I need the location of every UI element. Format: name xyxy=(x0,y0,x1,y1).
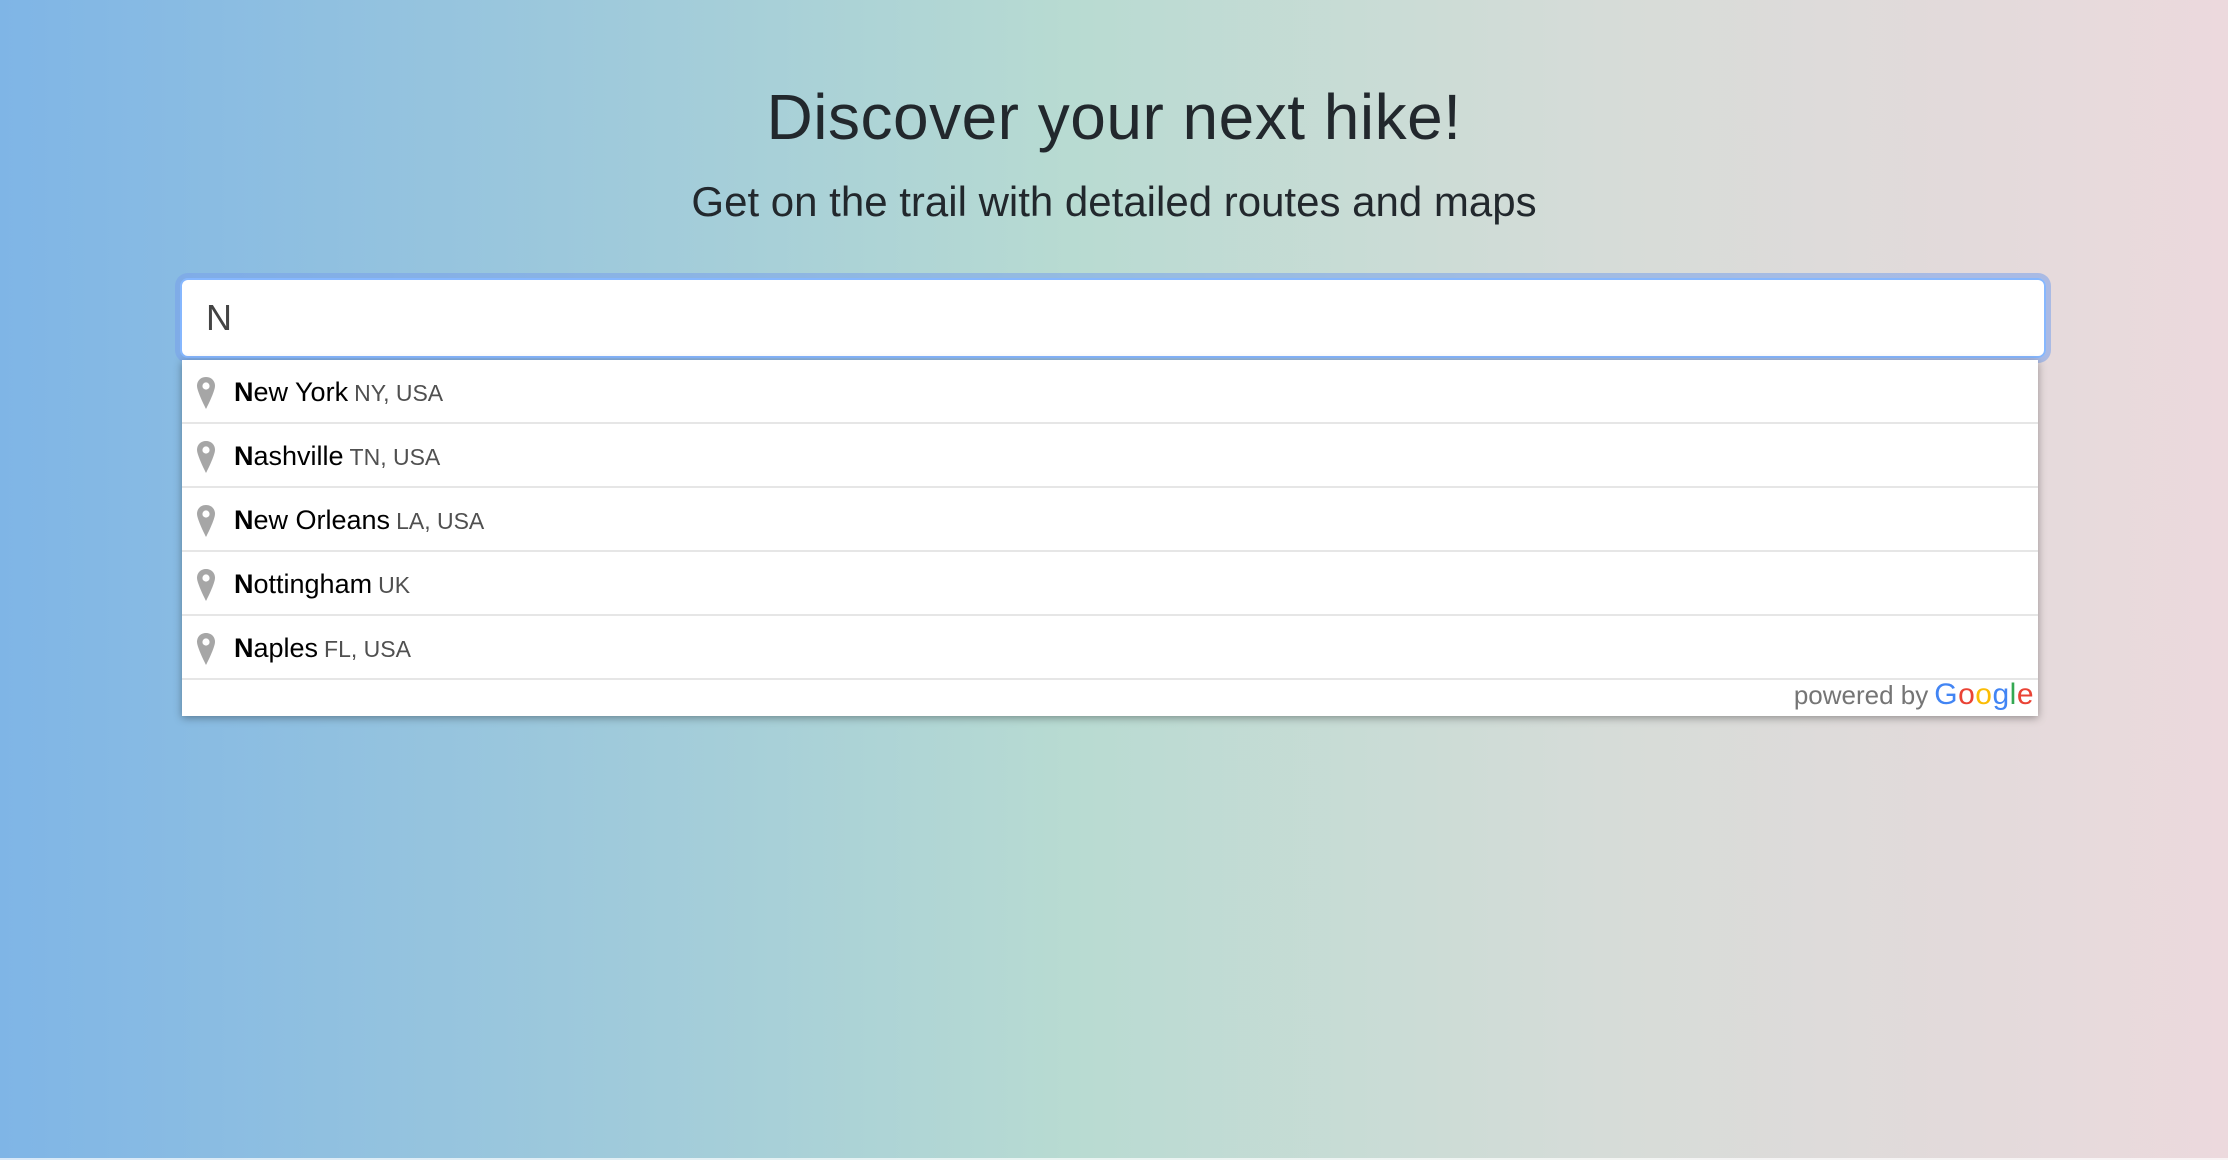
map-pin-icon xyxy=(197,441,215,473)
search-box xyxy=(180,278,2046,358)
google-logo: Google xyxy=(1934,678,2034,711)
location-search-input[interactable] xyxy=(180,278,2046,358)
suggestion-region: UK xyxy=(378,572,411,598)
suggestion-match: N xyxy=(234,633,254,663)
suggestion-region: LA, USA xyxy=(396,508,485,534)
suggestion-name: aples xyxy=(253,633,319,663)
suggestion-match: N xyxy=(234,569,254,599)
suggestion-item[interactable]: Nottingham UK xyxy=(182,552,2038,616)
page-subtitle: Get on the trail with detailed routes an… xyxy=(691,178,1537,225)
suggestion-region: NY, USA xyxy=(354,380,444,406)
suggestion-item[interactable]: New Orleans LA, USA xyxy=(182,488,2038,552)
suggestion-item[interactable]: Nashville TN, USA xyxy=(182,424,2038,488)
logo-letter: G xyxy=(1934,678,1959,711)
attribution-prefix: powered by xyxy=(1793,680,1929,710)
suggestion-name: ashville xyxy=(253,441,344,471)
logo-letter: g xyxy=(1992,678,2010,711)
suggestion-region: FL, USA xyxy=(324,636,411,662)
suggestion-text: Nashville TN, USA xyxy=(234,441,440,472)
suggestion-text: Naples FL, USA xyxy=(234,633,411,664)
suggestion-match: N xyxy=(234,441,254,471)
suggestion-region: TN, USA xyxy=(349,444,441,470)
suggestion-name: ottingham xyxy=(253,569,373,599)
page-title: Discover your next hike! xyxy=(766,81,1462,153)
suggestion-name: ew York xyxy=(253,377,349,407)
suggestion-item[interactable]: Naples FL, USA xyxy=(182,616,2038,680)
logo-letter: o xyxy=(1975,678,1993,711)
map-pin-icon xyxy=(197,505,215,537)
suggestion-match: N xyxy=(234,377,254,407)
logo-letter: l xyxy=(2009,678,2017,711)
map-pin-icon xyxy=(197,569,215,601)
map-pin-icon xyxy=(197,377,215,409)
suggestion-text: Nottingham UK xyxy=(234,569,410,600)
suggestion-text: New Orleans LA, USA xyxy=(234,505,484,536)
logo-letter: o xyxy=(1958,678,1976,711)
autocomplete-dropdown: New York NY, USA Nashville TN, USA New Orl… xyxy=(182,360,2038,716)
suggestion-match: N xyxy=(234,505,254,535)
suggestion-item[interactable]: New York NY, USA xyxy=(182,360,2038,424)
suggestion-text: New York NY, USA xyxy=(234,377,443,408)
suggestion-name: ew Orleans xyxy=(253,505,391,535)
google-attribution: powered by Google xyxy=(1794,678,2034,712)
map-pin-icon xyxy=(197,633,215,665)
logo-letter: e xyxy=(2016,678,2034,711)
